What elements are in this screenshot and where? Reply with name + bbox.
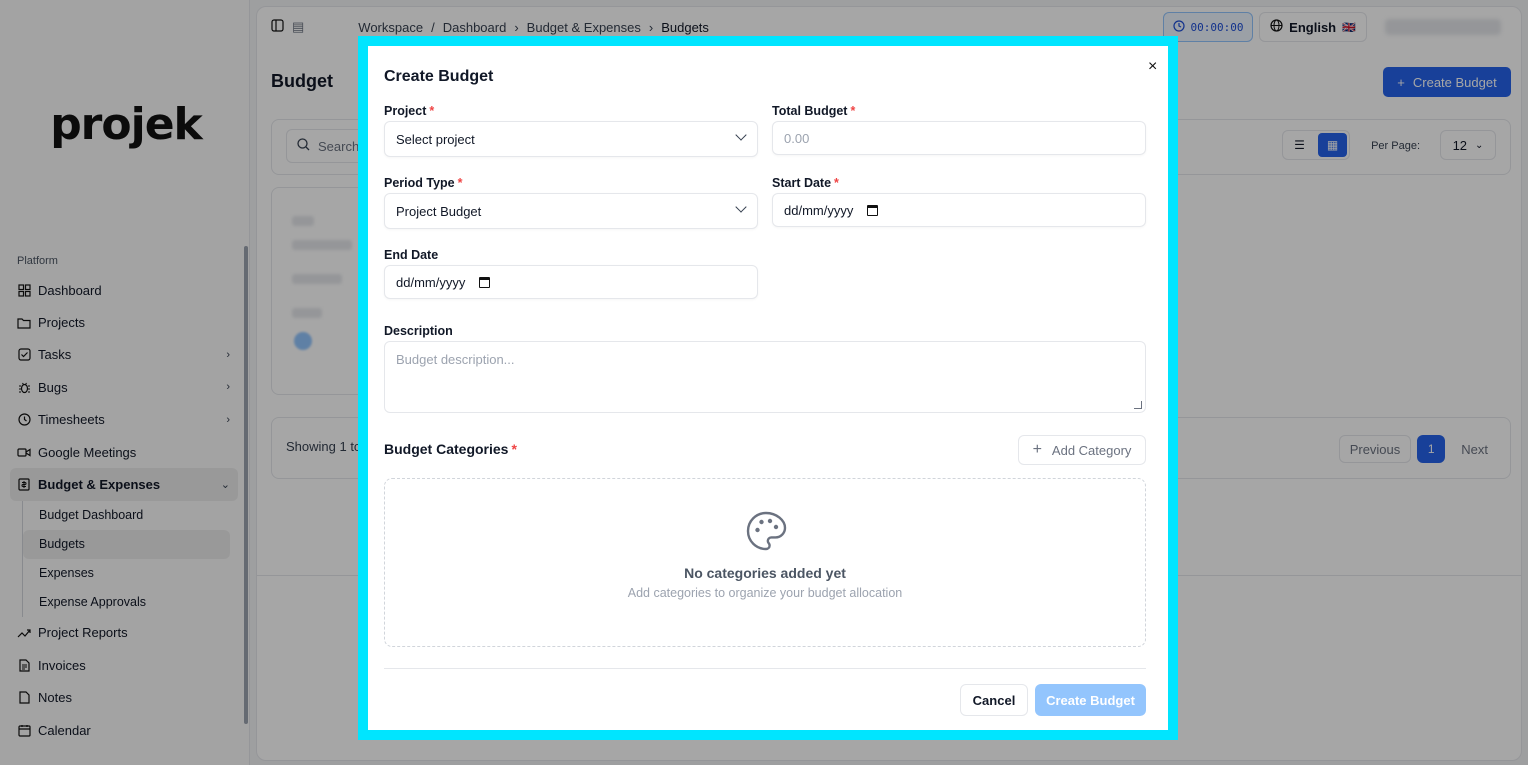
empty-state-title: No categories added yet — [684, 565, 846, 581]
modal-highlight-frame: × Create Budget Project * Select project … — [358, 36, 1178, 740]
empty-state-subtitle: Add categories to organize your budget a… — [627, 586, 903, 600]
start-date-label: Start Date * — [772, 176, 839, 190]
end-date-input[interactable]: dd/mm/yyyy — [384, 265, 758, 299]
required-mark: * — [850, 104, 856, 118]
required-mark: * — [834, 176, 839, 190]
start-date-value: dd/mm/yyyy — [784, 202, 854, 218]
dialog-footer-divider — [384, 668, 1146, 669]
period-type-select[interactable]: Project Budget — [384, 193, 758, 229]
description-placeholder: Budget description... — [396, 352, 515, 367]
required-mark: * — [511, 441, 517, 457]
plus-icon: + — [1032, 441, 1042, 458]
add-category-button[interactable]: + Add Category — [1018, 435, 1146, 465]
total-budget-label: Total Budget * — [772, 104, 856, 118]
start-date-input[interactable]: dd/mm/yyyy — [772, 193, 1146, 227]
cancel-button[interactable]: Cancel — [960, 684, 1028, 716]
calendar-icon[interactable] — [867, 204, 879, 216]
close-icon[interactable]: × — [1148, 58, 1157, 76]
description-label: Description — [384, 324, 453, 338]
required-mark: * — [429, 104, 435, 118]
calendar-icon[interactable] — [479, 276, 491, 288]
end-date-value: dd/mm/yyyy — [396, 274, 466, 290]
add-category-label: Add Category — [1051, 442, 1132, 458]
dialog-title: Create Budget — [384, 68, 494, 85]
project-label: Project * — [384, 104, 435, 118]
create-budget-submit-button[interactable]: Create Budget — [1035, 684, 1146, 716]
project-select-value: Select project — [396, 131, 475, 147]
project-select[interactable]: Select project — [384, 121, 758, 157]
chevron-down-icon — [735, 201, 747, 213]
required-mark: * — [457, 176, 463, 190]
resize-handle[interactable] — [1134, 401, 1142, 409]
total-budget-input[interactable]: 0.00 — [772, 121, 1146, 155]
description-textarea[interactable]: Budget description... — [384, 341, 1146, 413]
create-budget-dialog: × Create Budget Project * Select project … — [368, 46, 1168, 730]
end-date-label: End Date — [384, 248, 439, 262]
chevron-down-icon — [735, 129, 747, 141]
total-budget-placeholder: 0.00 — [784, 130, 810, 146]
period-type-label: Period Type * — [384, 176, 463, 190]
period-type-value: Project Budget — [396, 203, 482, 219]
palette-icon — [745, 510, 787, 555]
categories-empty-state: No categories added yet Add categories t… — [384, 478, 1146, 647]
budget-categories-label: Budget Categories * — [384, 441, 517, 457]
